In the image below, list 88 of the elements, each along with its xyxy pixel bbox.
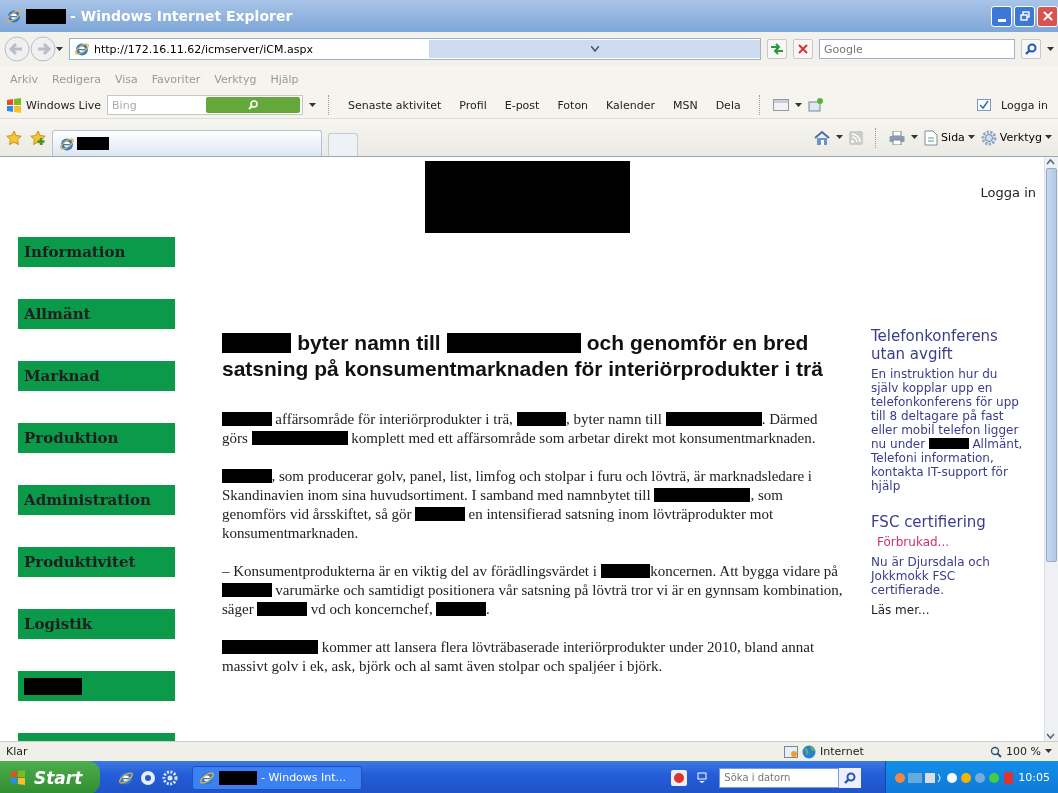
close-icon: [1042, 11, 1053, 21]
nav-button[interactable]: Produktion: [18, 423, 175, 453]
nav-button[interactable]: Marknad: [18, 361, 175, 391]
browser-logo-icon: [59, 135, 75, 152]
star-icon[interactable]: [6, 129, 22, 146]
nav-button[interactable]: Produktivitet: [18, 547, 175, 577]
search-field[interactable]: Google: [819, 39, 1015, 59]
caret-icon[interactable]: [836, 135, 844, 140]
home-icon[interactable]: [814, 129, 831, 146]
gear-icon: [980, 129, 997, 146]
browser-logo-icon: [6, 8, 22, 24]
globe-icon: [802, 744, 817, 759]
stop-button[interactable]: [793, 39, 813, 59]
nav-button[interactable]: Logistik: [18, 609, 175, 639]
toolbar-link[interactable]: Foton: [551, 98, 595, 112]
browser-tab[interactable]: [52, 130, 322, 156]
printer-icon[interactable]: [889, 130, 906, 145]
close-button[interactable]: [1037, 5, 1058, 27]
minimize-button[interactable]: [991, 5, 1012, 27]
news-status: Förbrukad...: [877, 535, 951, 549]
article-paragraph: affärsområde för interiörprodukter i trä, , byter namn till . Därmed görs komplett med ett affärsområde som arbetar direkt mot konsumentmarknaden.: [222, 410, 819, 448]
search-field[interactable]: Söka i datorn: [719, 767, 840, 788]
checkbox-icon[interactable]: [977, 99, 992, 111]
article-paragraph: – Konsumentprodukterna är en viktig del av förädlingsvärdet i koncernen. Att bygga vidare på varumärke och samtidigt positionera vår satsning på lövträ tror vi är en gynnsam kombination, säger vd och koncernchef, .: [222, 562, 844, 619]
sign-in-link[interactable]: Logga in: [1001, 98, 1048, 112]
search-button[interactable]: [1021, 39, 1041, 59]
tools-menu[interactable]: Verktyg: [980, 129, 1052, 146]
sign-in-link[interactable]: Logga in: [980, 185, 1036, 200]
nav-button[interactable]: Administration: [18, 485, 175, 515]
window-title: - Windows Internet Explorer: [70, 8, 293, 24]
restore-button[interactable]: [1014, 5, 1035, 27]
media-icon[interactable]: [140, 769, 156, 786]
news-title[interactable]: FSC certifiering: [871, 513, 1023, 531]
refresh-button[interactable]: [767, 39, 787, 59]
dropdown-icon[interactable]: [590, 46, 599, 52]
news-text: En instruktion hur du själv kopplar upp en telefonkonferens för upp till 8 deltagare på fast eller mobil telefon ligger nu under Allmänt, Telefoni information, kontakta IT-support för hjälp: [871, 367, 1023, 493]
browser-logo-icon: [118, 769, 134, 786]
zone-text: Internet: [820, 745, 864, 758]
help-icon[interactable]: [671, 769, 688, 786]
windows-flag-icon: [10, 768, 28, 787]
taskbar-button[interactable]: - Windows Int...: [192, 765, 362, 790]
page-icon: [924, 129, 939, 146]
windows-flag-icon: [6, 97, 22, 113]
caret-icon[interactable]: [56, 46, 63, 52]
scroll-thumb[interactable]: [1046, 168, 1057, 562]
news-title[interactable]: Telefonkonferens utan avgift: [871, 327, 1023, 363]
status-text: Klar: [6, 745, 28, 758]
add-favorite-icon[interactable]: [30, 129, 46, 146]
refresh-icon: [770, 43, 784, 55]
redaction-bar: [26, 8, 66, 24]
caret-icon[interactable]: [794, 102, 802, 108]
caret-icon[interactable]: [1045, 135, 1052, 140]
search-icon[interactable]: [844, 771, 857, 784]
redaction-bar: [77, 137, 109, 150]
search-icon[interactable]: [248, 100, 259, 110]
article-paragraph: , som producerar golv, panel, list, limfog och stolpar i furu och lövträ, är marknadsledare i Skandinavien inom sina huvudsortiment. I samband med namnbytet till , som genomförs vid årsskiftet, så gör en intensifierad satsning inom lövträprodukter mot konsumentmarknaden.: [222, 467, 814, 543]
brand-link[interactable]: Windows Live: [26, 98, 102, 112]
caret-icon[interactable]: [309, 102, 317, 108]
scrollbar[interactable]: [1044, 157, 1058, 741]
toolbar-link[interactable]: MSN: [666, 98, 704, 112]
article-paragraph: kommer att lansera flera lövträbaserade interiörprodukter under 2010, bland annat massivt golv i ek, ask, björk och al samt även stolpar och spaljéer i björk.: [222, 638, 816, 676]
toolbar-link[interactable]: Kalender: [600, 98, 661, 112]
toolbar-link[interactable]: E-post: [498, 98, 546, 112]
zoom-control[interactable]: 100 %: [990, 745, 1052, 758]
toolbar-link[interactable]: Dela: [709, 98, 747, 112]
news-text: Nu är Djursdala och Jokkmokk FSC certifierade.: [871, 555, 991, 597]
page-icon: [74, 41, 90, 57]
toolbar-link[interactable]: Profil: [453, 98, 493, 112]
stop-icon: [798, 44, 808, 54]
zoom-icon: [990, 745, 1003, 758]
settings-icon[interactable]: [162, 769, 178, 786]
toolbar-link[interactable]: Senaste aktivitet: [342, 98, 448, 112]
minimize-icon: [997, 18, 1006, 22]
caret-icon[interactable]: [1045, 749, 1052, 754]
caret-icon[interactable]: [967, 135, 975, 140]
nav-button[interactable]: [18, 671, 175, 701]
page-menu[interactable]: Sida: [924, 129, 975, 146]
search-icon: [1025, 43, 1037, 55]
caret-icon[interactable]: [911, 135, 919, 140]
article-heading: byter namn till och genomför en bred satsning på konsumentmarknaden för interiörprodukter i trä: [222, 330, 824, 382]
browser-logo-icon: [199, 769, 215, 786]
nav-button[interactable]: Information: [18, 237, 175, 267]
address-field[interactable]: http://172.16.11.62/icmserver/iCM.aspx: [69, 38, 761, 60]
nav-button[interactable]: Allmänt: [18, 299, 175, 329]
window-icon[interactable]: [772, 99, 789, 111]
clock-text: 10:05: [1018, 771, 1050, 784]
caret-icon[interactable]: [1047, 46, 1054, 52]
read-more-link[interactable]: Läs mer...: [871, 603, 1023, 617]
